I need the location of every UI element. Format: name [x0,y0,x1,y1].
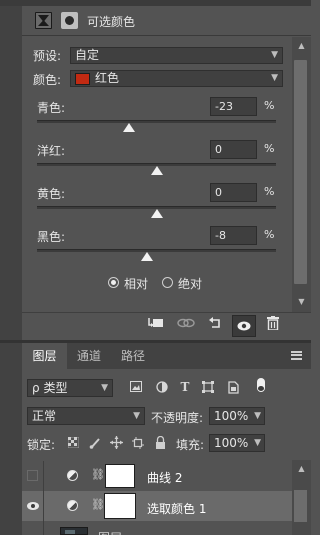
fill-label: 填充: [176,438,205,452]
visibility-toggle[interactable] [22,491,44,521]
slider-value-input[interactable]: 0 [210,183,257,202]
chevron-down-icon: ▼ [254,411,261,421]
lock-image-pixels-icon[interactable] [88,437,102,451]
smart-object-filter-icon[interactable] [226,381,240,395]
layer-filter-dropdown[interactable]: ρ 类型 ▼ [27,379,113,397]
scroll-down-icon[interactable]: ▼ [292,294,311,310]
delete-icon[interactable] [263,316,283,336]
percent-unit: % [264,99,275,112]
preset-dropdown[interactable]: 自定 ▼ [70,47,283,64]
slider-label: 洋红: [37,144,66,158]
slider-label: 黄色: [37,187,66,201]
lock-artboard-icon[interactable] [131,437,145,451]
layer-name[interactable]: 选取颜色 1 [147,500,206,517]
tab-channels[interactable]: 通道 [67,343,111,369]
adjustment-icon [67,470,78,481]
relative-radio[interactable] [108,277,119,288]
slider-thumb[interactable] [151,166,163,175]
percent-unit: % [264,142,275,155]
visibility-toggle[interactable] [22,461,44,491]
opacity-value: 100% [214,409,249,423]
tab-paths[interactable]: 路径 [111,343,155,369]
chevron-down-icon: ▼ [133,411,140,421]
slider-value-input[interactable]: 0 [210,140,257,159]
fill-value: 100% [214,436,249,450]
scrollbar-thumb[interactable] [294,60,307,284]
blend-mode-dropdown[interactable]: 正常 ▼ [27,407,145,425]
layer-thumbnail[interactable] [60,527,88,535]
fill-input[interactable]: 100% ▼ [209,434,265,452]
blend-mode-value: 正常 [32,409,57,423]
filter-toggle[interactable] [257,378,265,392]
adjustment-layer-icon[interactable] [35,12,52,29]
link-icon[interactable]: ⛓ [91,468,105,481]
filter-value: 类型 [43,381,68,395]
absolute-radio[interactable] [162,277,173,288]
color-swatch [75,73,90,85]
scroll-up-icon[interactable]: ▲ [292,461,311,477]
mask-thumbnail[interactable] [104,493,136,519]
link-icon[interactable]: ⛓ [91,498,105,511]
colors-dropdown[interactable]: 红色 ▼ [70,70,283,87]
visibility-off-box [27,470,38,481]
reset-icon[interactable] [205,316,225,336]
percent-unit: % [264,228,275,241]
colors-label: 颜色: [33,73,62,87]
shape-layer-filter-icon[interactable] [201,381,215,395]
slider-thumb[interactable] [151,209,163,218]
slider-thumb[interactable] [141,252,153,261]
absolute-label: 绝对 [178,277,203,291]
type-layer-filter-icon[interactable]: T [178,380,192,394]
opacity-label: 不透明度: [151,411,204,425]
clip-to-layer-icon[interactable] [146,316,166,336]
search-icon: ρ [32,381,40,395]
visibility-icon[interactable] [232,315,256,337]
tab-layers[interactable]: 图层 [22,343,67,369]
lock-label: 锁定: [27,438,56,452]
view-previous-icon[interactable] [176,316,196,336]
layer-mask-icon[interactable] [61,12,78,29]
slider-thumb[interactable] [123,123,135,132]
slider-label: 青色: [37,101,66,115]
panel-menu-icon[interactable] [291,351,302,360]
lock-all-icon[interactable] [153,435,167,450]
mask-thumbnail[interactable] [105,464,135,488]
visibility-toggle[interactable] [22,521,44,535]
layer-row-selected[interactable]: ⛓ 选取颜色 1 [22,491,292,521]
left-dock-edge [0,0,22,535]
preset-label: 预设: [33,49,62,63]
adjustment-layer-filter-icon[interactable] [155,381,169,395]
slider-value-input[interactable]: -8 [210,226,257,245]
lock-transparent-pixels-icon[interactable] [66,436,80,451]
layer-name[interactable]: 曲线 2 [147,469,182,486]
adjustment-icon [67,500,78,511]
layer-name[interactable]: 图层 [98,529,122,535]
preset-value: 自定 [75,48,100,62]
slider-label: 黑色: [37,230,66,244]
opacity-input[interactable]: 100% ▼ [209,407,265,425]
slider-value-input[interactable]: -23 [210,97,257,116]
colors-value: 红色 [95,71,120,85]
scrollbar-thumb[interactable] [294,490,307,522]
panel-title: 可选颜色 [87,15,136,29]
layer-row[interactable]: ⛓ 曲线 2 [22,461,292,491]
chevron-down-icon: ▼ [254,438,261,448]
percent-unit: % [264,185,275,198]
chevron-down-icon: ▼ [101,383,108,393]
chevron-down-icon: ▼ [271,73,278,83]
scroll-up-icon[interactable]: ▲ [292,38,311,54]
lock-position-icon[interactable] [109,436,123,450]
slider-track[interactable] [37,120,276,123]
pixel-layer-filter-icon[interactable] [129,381,143,395]
chevron-down-icon: ▼ [271,50,278,60]
slider-track[interactable] [37,249,276,252]
relative-label: 相对 [124,277,149,291]
eye-icon [27,502,39,510]
